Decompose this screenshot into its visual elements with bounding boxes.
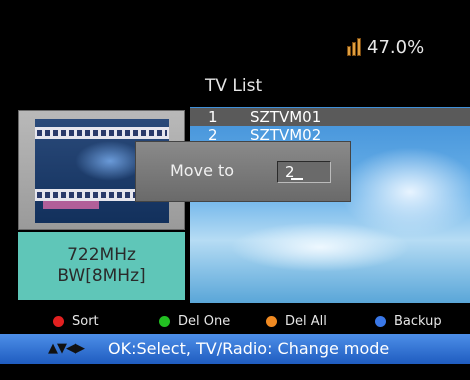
move-to-label: Move to bbox=[170, 161, 235, 180]
sort-key-label: Sort bbox=[72, 313, 99, 329]
color-key-bar: Sort Del One Del All Backup bbox=[0, 309, 470, 333]
channel-name: SZTVM01 bbox=[250, 108, 322, 126]
bandwidth-value: BW[8MHz] bbox=[57, 266, 146, 286]
channel-list: 1 SZTVM01 2 SZTVM02 bbox=[190, 107, 470, 303]
text-cursor bbox=[291, 178, 303, 180]
navigation-arrows-icon: ▲▼◀▶ bbox=[48, 341, 85, 356]
channel-row[interactable]: 1 SZTVM01 bbox=[190, 108, 470, 126]
del-all-key[interactable]: Del All bbox=[266, 312, 327, 330]
frequency-value: 722MHz bbox=[67, 245, 136, 265]
page-title: TV List bbox=[205, 76, 263, 96]
signal-strength-icon bbox=[347, 38, 363, 56]
sort-key[interactable]: Sort bbox=[53, 312, 99, 330]
orange-key-icon bbox=[266, 315, 277, 327]
frequency-info-panel: 722MHz BW[8MHz] bbox=[18, 232, 185, 300]
del-one-key-label: Del One bbox=[178, 313, 231, 329]
help-text: OK:Select, TV/Radio: Change mode bbox=[108, 339, 390, 358]
move-to-dialog: Move to 2 bbox=[135, 141, 351, 202]
signal-percent: 47.0% bbox=[367, 36, 425, 58]
help-bar: ▲▼◀▶ OK:Select, TV/Radio: Change mode bbox=[0, 334, 470, 364]
backup-key[interactable]: Backup bbox=[375, 312, 442, 330]
tv-list-screen: 47.0% TV List 722MHz BW[8MHz] 1 SZTVM01 … bbox=[0, 0, 470, 380]
del-one-key[interactable]: Del One bbox=[159, 312, 230, 330]
move-to-input[interactable]: 2 bbox=[277, 161, 331, 183]
backup-key-label: Backup bbox=[394, 313, 442, 329]
signal-status: 47.0% bbox=[347, 34, 424, 60]
del-all-key-label: Del All bbox=[285, 313, 327, 329]
red-key-icon bbox=[53, 315, 64, 327]
blue-key-icon bbox=[375, 315, 386, 327]
channel-number: 1 bbox=[208, 108, 218, 126]
green-key-icon bbox=[159, 315, 170, 327]
